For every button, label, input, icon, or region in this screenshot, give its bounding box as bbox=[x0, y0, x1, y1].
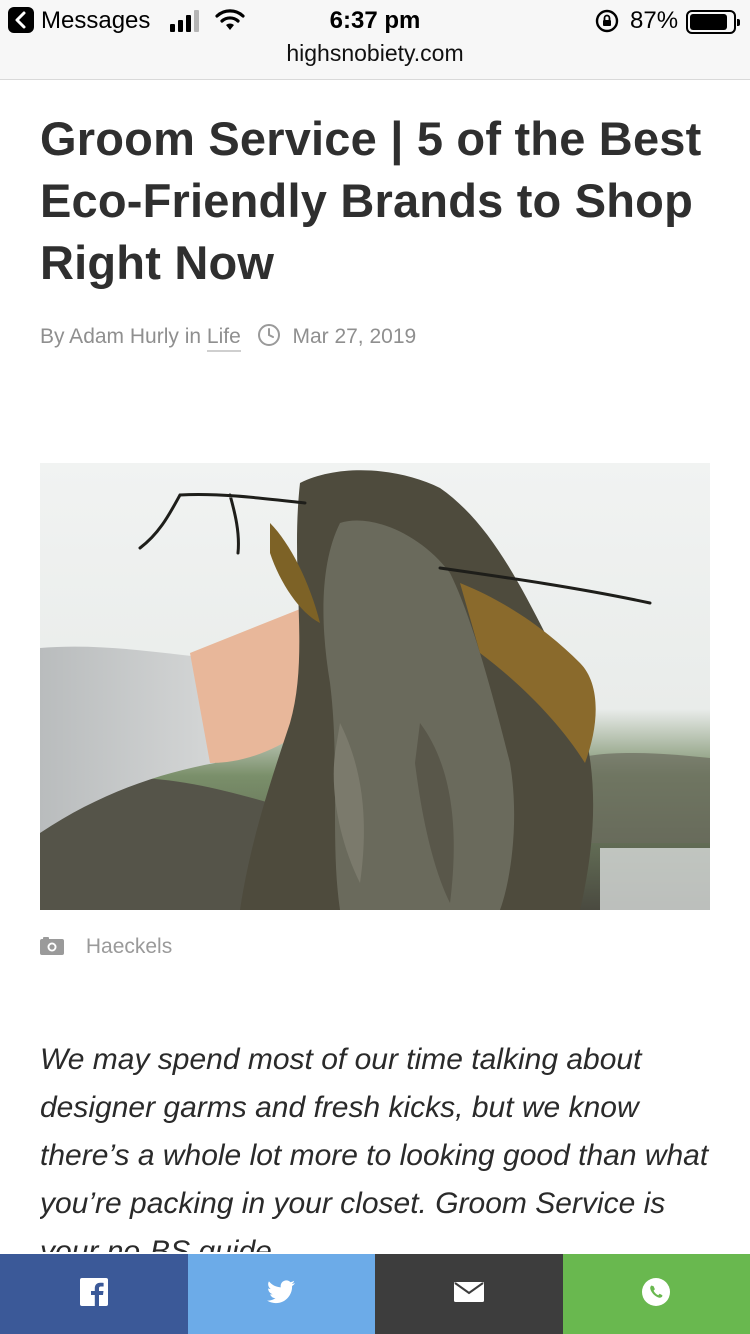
clock-icon bbox=[257, 323, 281, 356]
battery-percentage: 87% bbox=[630, 7, 679, 34]
share-bar bbox=[0, 1254, 750, 1334]
author-text: By Adam Hurly in bbox=[40, 325, 202, 348]
facebook-icon bbox=[79, 1277, 108, 1311]
twitter-icon bbox=[267, 1279, 296, 1309]
article-intro: We may spend most of our time talking ab… bbox=[40, 1043, 709, 1252]
article-title: Groom Service | 5 of the Best Eco-Friend… bbox=[40, 112, 702, 289]
camera-icon bbox=[40, 934, 64, 964]
battery-nub bbox=[737, 19, 740, 26]
caption-text: Haeckels bbox=[85, 935, 173, 958]
share-whatsapp-button[interactable] bbox=[562, 1254, 750, 1334]
share-email-button[interactable] bbox=[375, 1254, 563, 1334]
battery-icon bbox=[686, 10, 740, 34]
hero-image bbox=[40, 463, 710, 910]
publish-date: Mar 27, 2019 bbox=[292, 325, 417, 348]
image-caption: Haeckels bbox=[40, 932, 172, 962]
battery-level-fill bbox=[690, 14, 727, 30]
status-bar: Messages 6:37 pm 87% highsnobiety.com bbox=[0, 0, 750, 80]
share-twitter-button[interactable] bbox=[187, 1254, 375, 1334]
orientation-lock-icon bbox=[594, 8, 620, 41]
article-byline: By Adam Hurly in Life Mar 27, 2019 bbox=[40, 322, 416, 352]
whatsapp-icon bbox=[641, 1277, 671, 1312]
mail-icon bbox=[453, 1281, 484, 1307]
category-link[interactable]: Life bbox=[206, 325, 241, 352]
address-bar-url[interactable]: highsnobiety.com bbox=[0, 38, 750, 68]
share-facebook-button[interactable] bbox=[0, 1254, 188, 1334]
